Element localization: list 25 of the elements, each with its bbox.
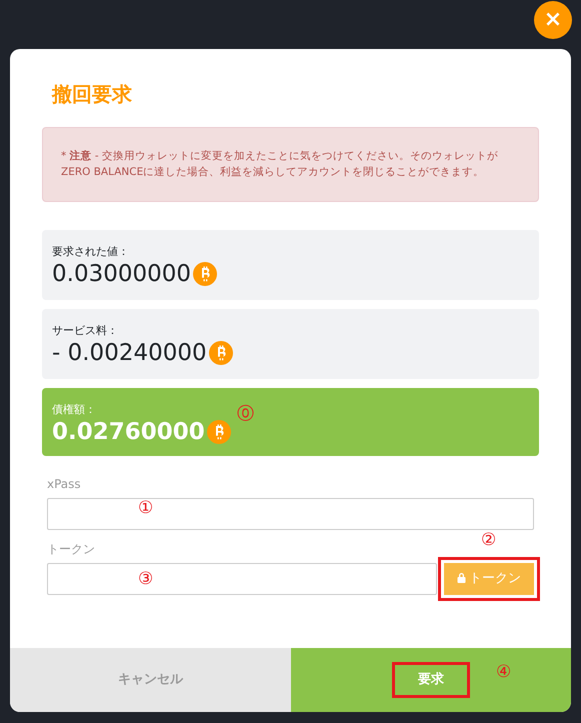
submit-button[interactable]: 要求	[398, 668, 464, 692]
close-button[interactable]: ×	[534, 1, 572, 39]
lock-icon	[457, 572, 466, 583]
callout-number: ④	[496, 664, 512, 681]
amount-value: - 0.00240000	[52, 340, 207, 366]
field-label: トークン	[47, 540, 95, 558]
amount-value: 0.03000000	[52, 262, 192, 287]
token-button[interactable]: トークン	[444, 562, 534, 595]
bitcoin-icon	[193, 262, 218, 286]
token-field[interactable]	[47, 562, 437, 595]
field-label: xPass	[47, 476, 81, 493]
callout-number: ⓪	[237, 406, 254, 423]
callout-number: ①	[138, 500, 154, 517]
warning-alert: *注意 - 交換用ウォレットに変更を加えたことに気をつけてください。そのウォレットがZERO BALANCEに達した場合、利益を減らしてアカウントを閉じることができます。	[42, 127, 539, 202]
bitcoin-icon	[206, 420, 231, 444]
bitcoin-icon	[208, 341, 233, 366]
xpass-field[interactable]	[47, 498, 534, 530]
amount-value: 0.02760000	[52, 420, 205, 445]
amount-label: サービス料：	[52, 322, 118, 339]
dialog-title: 撤回要求	[52, 81, 133, 108]
amount-label: 要求された値：	[52, 244, 129, 260]
callout-number: ②	[481, 532, 496, 549]
amount-label: 債権額：	[52, 402, 96, 418]
callout-number: ③	[138, 571, 154, 588]
cancel-button[interactable]: キャンセル	[112, 671, 189, 689]
